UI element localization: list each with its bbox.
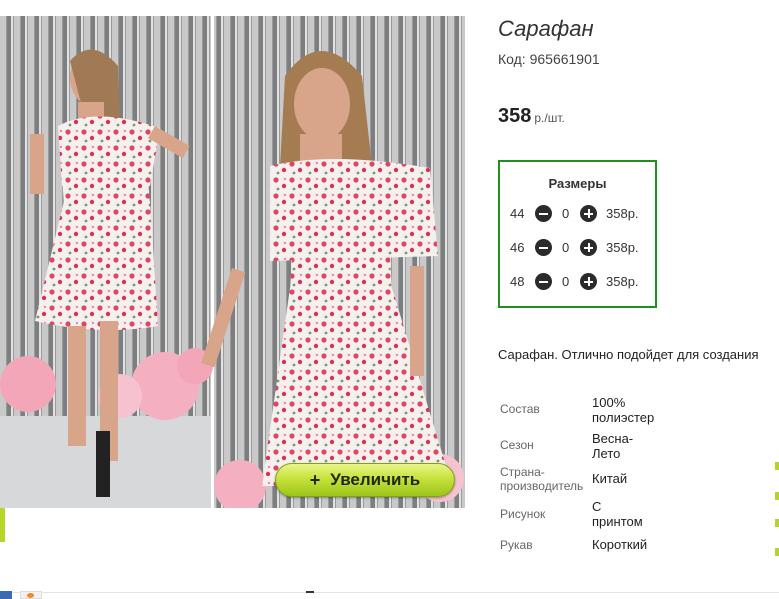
product-title: Сарафан <box>498 16 594 41</box>
size-label: 44 <box>510 206 525 221</box>
property-key: Рисунок <box>500 507 546 521</box>
size-price: 358р. <box>606 206 639 221</box>
property-key: Сезон <box>500 438 534 452</box>
size-row-46: 46 0 358р. <box>500 238 655 258</box>
size-label: 48 <box>510 274 525 289</box>
thumbnail-edge[interactable] <box>0 508 5 542</box>
quantity-value[interactable]: 0 <box>562 238 569 258</box>
property-value: Весна-Лето <box>592 431 634 461</box>
price-amount: 358 <box>498 105 532 127</box>
decrease-quantity-button[interactable] <box>535 205 552 222</box>
sizes-panel: Размеры 44 0 358р. 46 0 358р. 48 0 358р. <box>498 160 657 308</box>
property-value: Китай <box>592 471 628 486</box>
zoom-plus-icon: + <box>309 469 321 490</box>
odnoklassniki-icon[interactable] <box>20 591 42 599</box>
product-code: Код: 965661901 <box>498 51 600 67</box>
size-label: 46 <box>510 240 525 255</box>
size-price: 358р. <box>606 274 639 289</box>
quantity-value[interactable]: 0 <box>562 204 569 224</box>
sizes-heading: Размеры <box>548 176 607 191</box>
decrease-quantity-button[interactable] <box>535 239 552 256</box>
zoom-button-label: Увеличить <box>330 470 421 489</box>
product-image <box>0 16 465 508</box>
size-price: 358р. <box>606 240 639 255</box>
social-share-icon[interactable] <box>0 591 12 599</box>
edge-mark <box>775 462 779 470</box>
property-value: Короткий <box>592 537 648 552</box>
edge-mark <box>775 519 779 527</box>
product-description: Сарафан. Отлично подойдет для создания <box>498 347 759 362</box>
quantity-value[interactable]: 0 <box>562 272 569 292</box>
decrease-quantity-button[interactable] <box>535 273 552 290</box>
property-value: 100% полиэстер <box>592 395 655 425</box>
property-key: Состав <box>500 402 540 416</box>
property-key: Страна-производитель <box>500 465 584 493</box>
property-value: С принтом <box>592 499 643 529</box>
increase-quantity-button[interactable] <box>580 205 597 222</box>
property-key: Рукав <box>500 538 533 552</box>
increase-quantity-button[interactable] <box>580 239 597 256</box>
divider <box>0 592 779 593</box>
dash-mark <box>306 591 314 593</box>
zoom-button[interactable]: + Увеличить <box>275 463 455 497</box>
increase-quantity-button[interactable] <box>580 273 597 290</box>
product-price: 358 р./шт. <box>498 105 565 128</box>
edge-mark <box>775 492 779 500</box>
price-unit: р./шт. <box>534 111 565 125</box>
size-row-44: 44 0 358р. <box>500 204 655 224</box>
edge-mark <box>775 548 779 556</box>
size-row-48: 48 0 358р. <box>500 272 655 292</box>
product-photo[interactable]: + Увеличить <box>0 16 465 508</box>
